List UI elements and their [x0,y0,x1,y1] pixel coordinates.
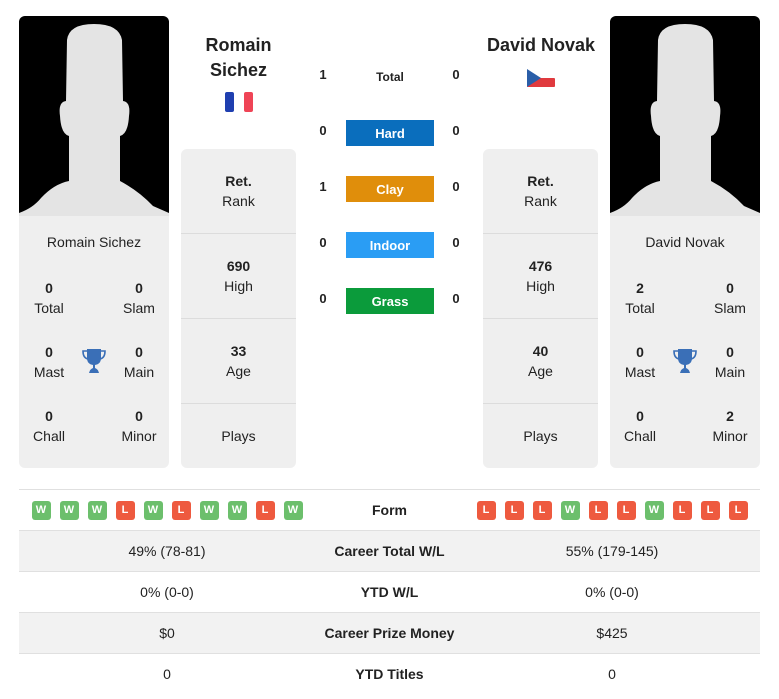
player2-career-wl: 55% (179-145) [565,543,659,559]
silhouette-icon [610,24,760,216]
form-badge-loss[interactable]: L [588,500,608,520]
player1-age: 33 Age [181,319,296,404]
france-flag-icon [225,92,253,117]
player2-total-titles: 2 Total [625,280,655,316]
surface-indoor[interactable]: Indoor [346,232,434,258]
player1-form: WWWLWLWWLW [19,500,315,520]
h2h-total-p1: 1 [319,67,327,82]
player2-card: David Novak 2 Total 0 Slam 0 Mast 0 Main 0 Ch… [610,16,760,468]
form-badge-loss[interactable]: L [728,500,748,520]
player1-main-titles: 0 Main [123,344,155,380]
surface-clay[interactable]: Clay [346,176,434,202]
h2h-indoor-p2: 0 [452,235,460,250]
form-badge-win[interactable]: W [283,500,303,520]
player1-slam-titles: 0 Slam [123,280,155,316]
silhouette-icon [19,24,169,216]
h2h-indoor-p1: 0 [319,235,327,250]
player2-form: LLLWLLWLLL [464,500,760,520]
form-row: WWWLWLWWLW Form LLLWLLWLLL [19,489,760,530]
surface-grass[interactable]: Grass [346,288,434,314]
career-wl-label: Career Total W/L [334,543,445,559]
player1-plays: Plays [221,428,256,444]
form-label: Form [372,502,407,518]
form-badge-win[interactable]: W [143,500,163,520]
player2-age: 40 Age [483,319,598,404]
player1-name[interactable]: Romain Sichez [181,33,296,83]
player1-info: Ret. Rank 690 High 33 Age Plays [181,149,296,468]
player2-chall-titles: 0 Chall [624,408,656,444]
player2-main-titles: 0 Main [714,344,746,380]
player2-rank: Ret. Rank [483,149,598,234]
form-badge-loss[interactable]: L [115,500,135,520]
h2h-clay-p1: 1 [319,179,327,194]
form-badge-loss[interactable]: L [672,500,692,520]
form-badge-loss[interactable]: L [532,500,552,520]
player2-photo[interactable] [610,16,760,216]
player2-ytd-titles: 0 [608,666,616,682]
player1-high: 690 High [181,234,296,319]
player1-total-titles: 0 Total [34,280,64,316]
form-badge-loss[interactable]: L [504,500,524,520]
form-badge-loss[interactable]: L [255,500,275,520]
player2-name[interactable]: David Novak [476,33,606,58]
player1-career-wl: 49% (78-81) [128,543,206,559]
h2h-hard-p1: 0 [319,123,327,138]
form-badge-loss[interactable]: L [616,500,636,520]
player2-high: 476 High [483,234,598,319]
player1-photo[interactable] [19,16,169,216]
career-wl-row: 49% (78-81) Career Total W/L 55% (179-14… [19,530,760,571]
h2h-clay-p2: 0 [452,179,460,194]
trophy-icon [673,348,697,374]
form-badge-win[interactable]: W [31,500,51,520]
player1-ytd-wl: 0% (0-0) [140,584,194,600]
h2h-grass-p1: 0 [319,291,327,306]
player1-ytd-titles: 0 [163,666,171,682]
player2-ytd-wl: 0% (0-0) [585,584,639,600]
form-badge-loss[interactable]: L [171,500,191,520]
player1-rank: Ret. Rank [181,149,296,234]
czech-flag-icon [527,68,555,93]
form-badge-win[interactable]: W [59,500,79,520]
h2h-hard-p2: 0 [452,123,460,138]
player2-plays: Plays [523,428,558,444]
player2-prize: $425 [596,625,628,641]
player2-mast-titles: 0 Mast [624,344,656,380]
player2-minor-titles: 2 Minor [712,408,748,444]
form-badge-win[interactable]: W [644,500,664,520]
player1-chall-titles: 0 Chall [33,408,65,444]
h2h-total-p2: 0 [452,67,460,82]
ytd-wl-label: YTD W/L [360,584,419,600]
prize-row: $0 Career Prize Money $425 [19,612,760,653]
ytd-wl-row: 0% (0-0) YTD W/L 0% (0-0) [19,571,760,612]
surface-hard[interactable]: Hard [346,120,434,146]
form-badge-win[interactable]: W [227,500,247,520]
player1-mast-titles: 0 Mast [33,344,65,380]
h2h-grass-p2: 0 [452,291,460,306]
h2h-total-label: Total [376,70,404,84]
player1-card-name: Romain Sichez [46,234,142,250]
player2-card-name: David Novak [645,234,725,250]
form-badge-loss[interactable]: L [476,500,496,520]
prize-label: Career Prize Money [324,625,455,641]
form-badge-win[interactable]: W [87,500,107,520]
trophy-icon [82,348,106,374]
player1-minor-titles: 0 Minor [121,408,157,444]
player2-slam-titles: 0 Slam [714,280,746,316]
player1-card: Romain Sichez 0 Total 0 Slam 0 Mast 0 Main 0… [19,16,169,468]
player2-info: Ret. Rank 476 High 40 Age Plays [483,149,598,468]
ytd-titles-label: YTD Titles [355,666,424,682]
form-badge-win[interactable]: W [560,500,580,520]
form-badge-loss[interactable]: L [700,500,720,520]
player1-prize: $0 [159,625,175,641]
form-badge-win[interactable]: W [199,500,219,520]
ytd-titles-row: 0 YTD Titles 0 [19,653,760,694]
